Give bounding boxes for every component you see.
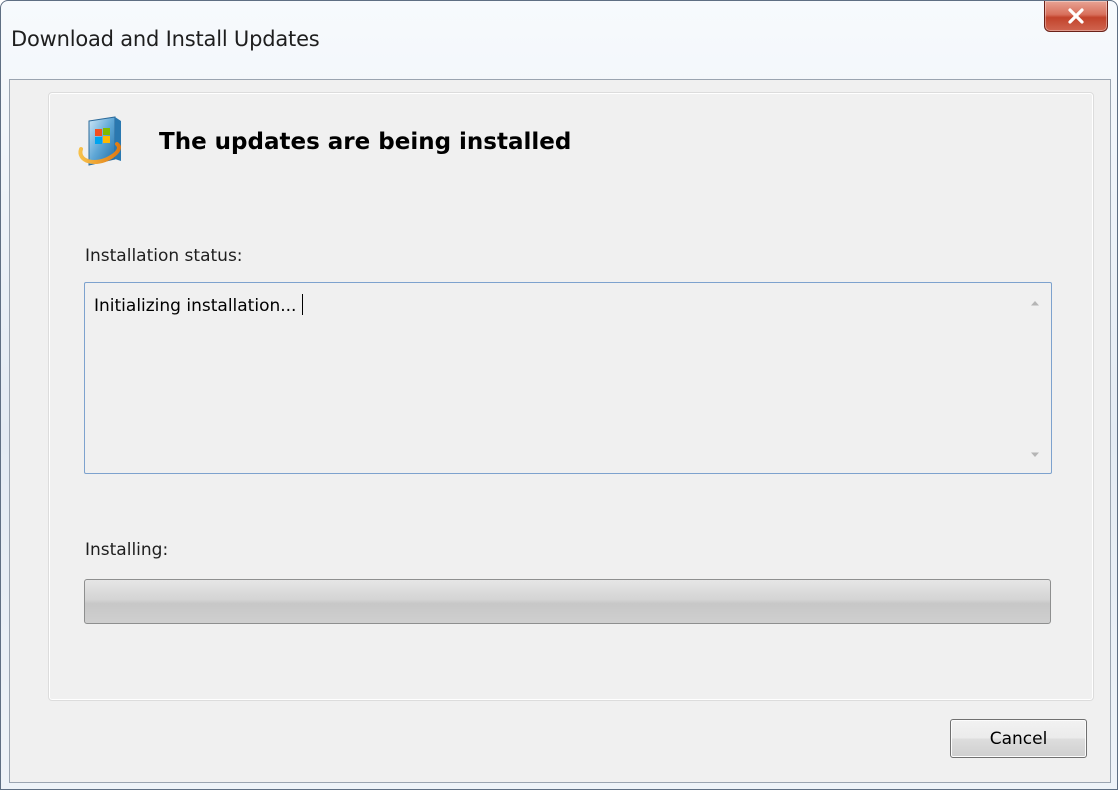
install-progress-bar <box>84 579 1051 624</box>
title-bar[interactable]: Download and Install Updates <box>1 1 1117 79</box>
cancel-button[interactable]: Cancel <box>950 719 1087 758</box>
scroll-down-button[interactable] <box>1027 447 1043 463</box>
window-title: Download and Install Updates <box>11 27 320 51</box>
vertical-scrollbar[interactable] <box>1019 283 1051 473</box>
page-heading: The updates are being installed <box>159 129 572 155</box>
installation-status-textbox[interactable]: Initializing installation... <box>84 282 1052 474</box>
status-text: Initializing installation... <box>94 296 297 316</box>
windows-update-icon <box>75 115 125 169</box>
scroll-up-button[interactable] <box>1027 295 1043 311</box>
content-panel: The updates are being installed Installa… <box>48 92 1094 701</box>
dialog-window: Download and Install Updates The updates… <box>0 0 1118 790</box>
close-x-icon <box>1068 8 1084 24</box>
installation-status-label: Installation status: <box>85 246 243 266</box>
close-button[interactable] <box>1044 1 1108 32</box>
text-caret <box>302 294 304 315</box>
installing-label: Installing: <box>85 540 169 560</box>
scroll-down-arrow-icon <box>1031 452 1039 457</box>
status-text-line: Initializing installation... <box>94 294 304 316</box>
scroll-up-arrow-icon <box>1031 301 1039 306</box>
dialog-client-area: The updates are being installed Installa… <box>9 79 1111 783</box>
